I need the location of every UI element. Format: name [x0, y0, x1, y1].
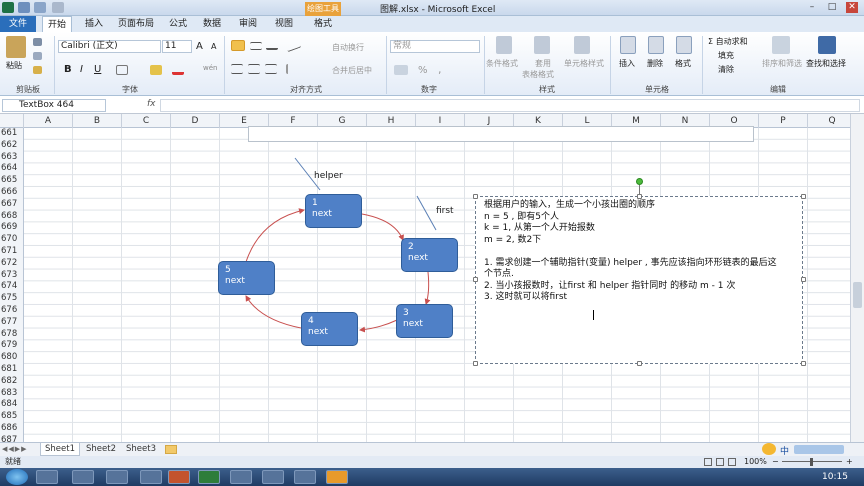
arrow-4-to-5	[245, 295, 302, 329]
node-2-label: next	[408, 253, 428, 263]
textbox-line-7: 个节点.	[484, 269, 514, 279]
resize-handle-tl[interactable]	[473, 194, 478, 199]
textbox-464[interactable]: 根据用户的输入，生成一个小孩出圈的顺序 n = 5 , 即有5个人 k = 1, 从…	[475, 196, 803, 364]
sheet-tab-3[interactable]: Sheet3	[122, 443, 160, 456]
status-ready: 就绪	[5, 457, 21, 466]
zoom-slider-thumb[interactable]	[810, 458, 813, 466]
resize-handle-br[interactable]	[801, 361, 806, 366]
resize-handle-bl[interactable]	[473, 361, 478, 366]
arrow-5-to-1	[245, 208, 305, 263]
textbox-line-9: 3. 这时就可以将first	[484, 292, 568, 302]
page-layout-view-icon[interactable]	[716, 458, 724, 466]
ime-logo-icon[interactable]	[762, 443, 776, 455]
text-cursor	[593, 310, 594, 320]
first-label: first	[436, 206, 454, 216]
scroll-thumb[interactable]	[853, 282, 862, 308]
start-button-icon[interactable]	[6, 469, 28, 485]
taskbar-media-icon[interactable]	[72, 470, 94, 484]
taskbar-files-icon[interactable]	[294, 470, 316, 484]
node-1-label: next	[312, 209, 332, 219]
resize-handle-l[interactable]	[473, 277, 478, 282]
textbox-line-8: 2. 当小孩报数时，让first 和 helper 指针同时 的移动 m - 1…	[484, 280, 736, 291]
node-4-label: next	[308, 327, 328, 337]
node-5-number: 5	[225, 265, 231, 275]
node-3[interactable]: 3 next	[396, 304, 453, 338]
node-4[interactable]: 4 next	[301, 312, 358, 346]
node-4-number: 4	[308, 316, 314, 326]
node-1[interactable]: 1 next	[305, 194, 362, 228]
textbox-line-2: n = 5 , 即有5个人	[484, 211, 560, 222]
zoom-level[interactable]: 100%	[744, 456, 767, 468]
status-bar: 就绪 100% − +	[0, 456, 864, 468]
taskbar-tool-icon[interactable]	[230, 470, 252, 484]
sheet-nav-icon[interactable]: ◀◀▶▶	[2, 445, 38, 454]
taskbar-ie-icon[interactable]	[36, 470, 58, 484]
zoom-out-button[interactable]: −	[772, 456, 779, 468]
node-3-label: next	[403, 319, 423, 329]
node-5[interactable]: 5 next	[218, 261, 275, 295]
sheet-tab-1[interactable]: Sheet1	[40, 443, 80, 456]
taskbar-explorer-icon[interactable]	[106, 470, 128, 484]
page-break-view-icon[interactable]	[728, 458, 736, 466]
first-pointer-line	[416, 195, 437, 231]
sheet-tab-2[interactable]: Sheet2	[82, 443, 120, 456]
zoom-in-button[interactable]: +	[846, 456, 853, 468]
resize-handle-r[interactable]	[801, 277, 806, 282]
textbox-line-1: 根据用户的输入，生成一个小孩出圈的顺序	[484, 200, 656, 210]
ime-toolbar-icon[interactable]	[794, 445, 844, 454]
node-3-number: 3	[403, 308, 409, 318]
taskbar-excel-icon[interactable]	[198, 470, 220, 484]
taskbar-powerpoint-icon[interactable]	[168, 470, 190, 484]
sheet-tab-bar: ◀◀▶▶ Sheet1 Sheet2 Sheet3 中	[0, 442, 864, 457]
arrow-2-to-3	[424, 271, 431, 305]
taskbar-app-icon[interactable]	[140, 470, 162, 484]
textbox-line-6: 1. 需求创建一个辅助指针(变量) helper , 事先应该指向环形链表的最后…	[484, 257, 777, 268]
resize-handle-b[interactable]	[637, 361, 642, 366]
resize-handle-tr[interactable]	[801, 194, 806, 199]
node-5-label: next	[225, 276, 245, 286]
textbox-line-4: m = 2, 数2下	[484, 234, 542, 245]
clock: 10:15	[822, 472, 848, 482]
node-1-number: 1	[312, 198, 318, 208]
node-2[interactable]: 2 next	[401, 238, 458, 272]
node-2-number: 2	[408, 242, 414, 252]
textbox-line-3: k = 1, 从第一个人开始报数	[484, 223, 595, 233]
normal-view-icon[interactable]	[704, 458, 712, 466]
textbox-line-5	[484, 246, 802, 258]
arrow-1-to-2	[361, 213, 404, 241]
helper-label: helper	[314, 171, 343, 181]
taskbar-settings-icon[interactable]	[262, 470, 284, 484]
arrow-3-to-4	[359, 319, 398, 333]
new-sheet-icon[interactable]	[165, 445, 177, 454]
rotate-handle-stem	[639, 185, 640, 195]
vertical-scrollbar[interactable]	[850, 114, 864, 446]
taskbar-extra-icon[interactable]	[326, 470, 348, 484]
taskbar: 10:15	[0, 468, 864, 486]
rotate-handle-icon[interactable]	[636, 178, 643, 185]
